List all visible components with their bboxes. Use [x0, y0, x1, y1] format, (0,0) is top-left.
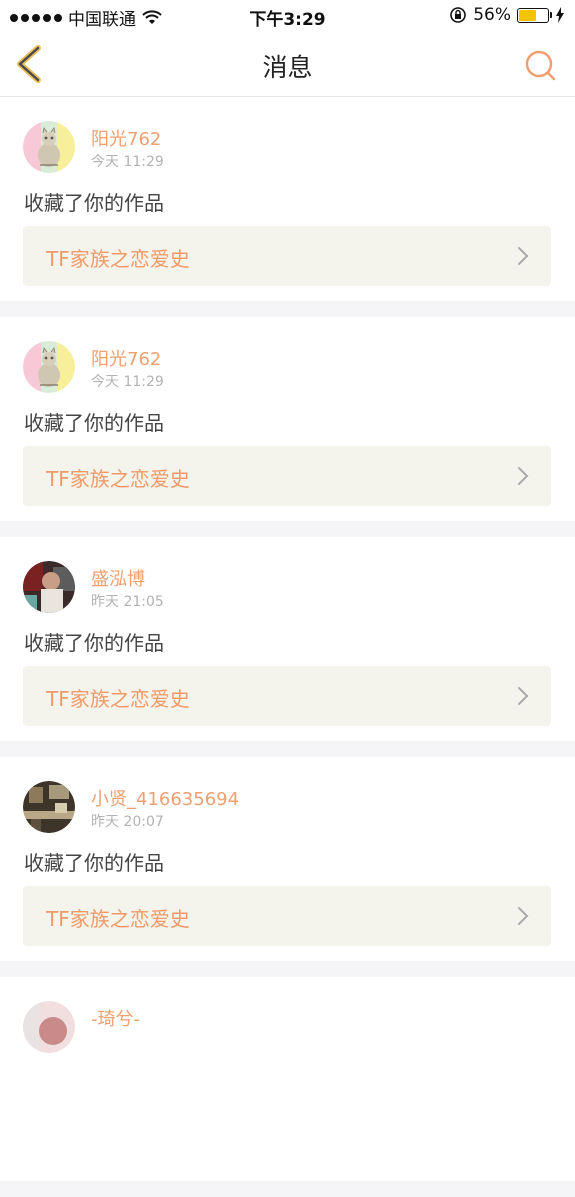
message-card: 盛泓博 昨天 21:05 收藏了你的作品 TF家族之恋爱史: [0, 537, 575, 741]
message-card: 小贤_416635694 昨天 20:07 收藏了你的作品 TF家族之恋爱史: [0, 757, 575, 961]
username[interactable]: 阳光762: [91, 125, 161, 151]
cat-avatar[interactable]: [23, 341, 75, 393]
message-card: 阳光762 今天 11:29 收藏了你的作品 TF家族之恋爱史: [0, 317, 575, 521]
message-list: 阳光762 今天 11:29 收藏了你的作品 TF家族之恋爱史 阳光762 今天…: [0, 97, 575, 1197]
timestamp: 今天 11:29: [91, 154, 164, 170]
room-avatar[interactable]: [23, 781, 75, 833]
message-card: 阳光762 今天 11:29 收藏了你的作品 TF家族之恋爱史: [0, 97, 575, 301]
rotation-lock-icon: [450, 7, 467, 23]
work-title: TF家族之恋爱史: [46, 247, 190, 271]
chevron-right-icon: [518, 687, 529, 705]
work-link[interactable]: TF家族之恋爱史: [23, 226, 551, 286]
charging-icon: [556, 7, 564, 23]
pink-avatar[interactable]: [23, 1001, 75, 1053]
message-card: -琦兮-: [0, 977, 575, 1181]
action-text: 收藏了你的作品: [24, 411, 164, 435]
timestamp: 昨天 21:05: [91, 594, 164, 610]
action-text: 收藏了你的作品: [24, 191, 164, 215]
battery-icon: [517, 7, 552, 23]
chevron-right-icon: [518, 247, 529, 265]
action-text: 收藏了你的作品: [24, 851, 164, 875]
username[interactable]: 阳光762: [91, 345, 161, 371]
cat-avatar[interactable]: [23, 121, 75, 173]
work-link[interactable]: TF家族之恋爱史: [23, 666, 551, 726]
username[interactable]: 盛泓博: [91, 565, 145, 591]
work-title: TF家族之恋爱史: [46, 907, 190, 931]
work-link[interactable]: TF家族之恋爱史: [23, 886, 551, 946]
status-bar: 中国联通 下午3:29 56%: [0, 0, 575, 32]
username[interactable]: 小贤_416635694: [91, 785, 239, 811]
search-icon[interactable]: [523, 48, 557, 82]
nav-bar: 消息: [0, 32, 575, 97]
username[interactable]: -琦兮-: [91, 1005, 140, 1031]
page-title: 消息: [262, 53, 313, 82]
timestamp: 昨天 20:07: [91, 814, 164, 830]
battery-percent: 56%: [473, 5, 511, 25]
work-link[interactable]: TF家族之恋爱史: [23, 446, 551, 506]
action-text: 收藏了你的作品: [24, 631, 164, 655]
work-title: TF家族之恋爱史: [46, 467, 190, 491]
chevron-right-icon: [518, 907, 529, 925]
chevron-right-icon: [518, 467, 529, 485]
timestamp: 今天 11:29: [91, 374, 164, 390]
work-title: TF家族之恋爱史: [46, 687, 190, 711]
person-avatar[interactable]: [23, 561, 75, 613]
